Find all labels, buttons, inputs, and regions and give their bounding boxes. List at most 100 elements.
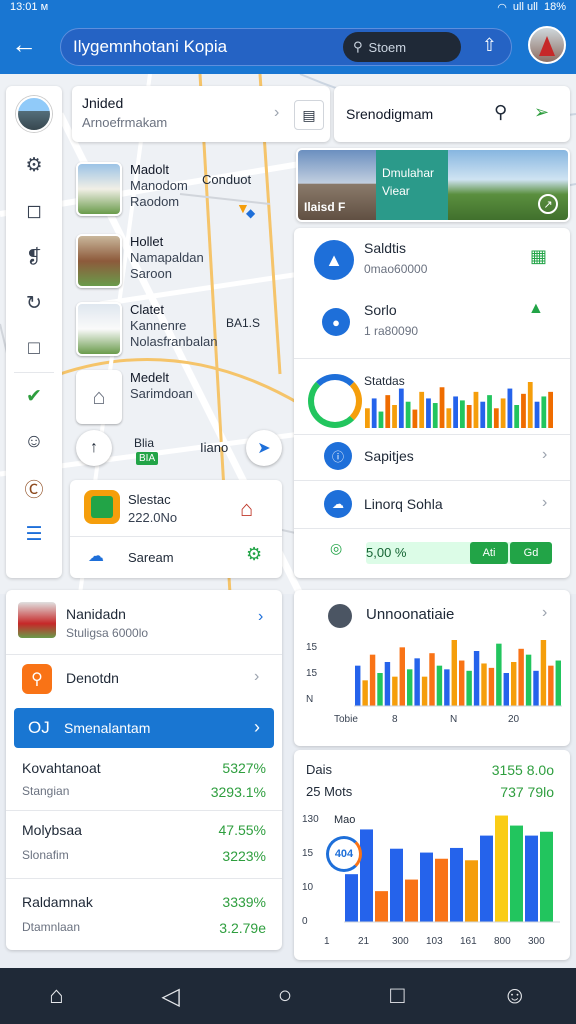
book-icon[interactable]: ▤: [294, 100, 324, 130]
y-tick-label: 10: [302, 882, 314, 893]
avatar[interactable]: [528, 26, 566, 64]
search-card[interactable]: Jnided Arnoefrmakam › ▤: [72, 86, 330, 142]
map-label: Iiano: [200, 440, 229, 455]
search-input[interactable]: ⚲ Stoem: [343, 32, 461, 62]
place-item[interactable]: ⌂ Medelt Sarimdoan: [76, 370, 193, 424]
progress-action-1[interactable]: Ati: [470, 542, 508, 564]
user-icon[interactable]: ☺: [6, 419, 62, 465]
chart-bar: [488, 667, 495, 706]
chart-bar: [548, 665, 554, 706]
chevron-right-icon[interactable]: ›: [254, 668, 259, 686]
checkmark-icon[interactable]: ✔: [6, 373, 62, 419]
chart-bar: [555, 660, 561, 706]
square-icon[interactable]: ◻: [6, 188, 62, 234]
metric-title: Molybsaa: [22, 822, 82, 838]
navigate-icon[interactable]: ➢: [534, 102, 549, 123]
chart-bar: [378, 411, 384, 428]
chart-bar: [377, 673, 383, 706]
progress-bar: 5,00 % Ati Gd: [366, 542, 552, 564]
y-tick-label: 15: [302, 848, 314, 859]
place-search-card[interactable]: Srenodigmam ⚲ ➢: [334, 86, 570, 142]
chevron-right-icon[interactable]: ›: [542, 446, 547, 464]
gear-icon[interactable]: ⚙: [246, 544, 262, 565]
circle-home-icon[interactable]: ○: [278, 982, 293, 1010]
stats-bar-chart: [365, 382, 553, 428]
expand-icon[interactable]: ↗: [538, 194, 558, 214]
chart-bar: [511, 662, 517, 706]
chart-bar: [473, 651, 480, 706]
triangle-back-icon[interactable]: ◁: [161, 982, 179, 1011]
chart-bar: [435, 858, 448, 922]
x-tick-label: Tobie: [334, 714, 358, 725]
divider: [70, 536, 282, 537]
progress-action-2[interactable]: Gd: [510, 542, 552, 564]
chart-bar: [459, 660, 465, 706]
chart-bar: [503, 673, 509, 706]
chart-bar: [420, 852, 433, 922]
square-recents-icon[interactable]: □: [390, 982, 405, 1010]
chat-icon[interactable]: □: [6, 326, 62, 372]
stats-row-label: Sapitjes: [364, 448, 414, 464]
rail-avatar[interactable]: [16, 96, 52, 132]
chart-bar: [495, 815, 508, 922]
user-icon[interactable]: ☺: [502, 982, 527, 1010]
stats-item-icon: ●: [322, 308, 350, 336]
metric-title: Kovahtanoat: [22, 760, 101, 776]
chevron-right-icon[interactable]: ›: [542, 494, 547, 512]
y-tick-label: 15: [306, 668, 318, 679]
menu-icon[interactable]: ☰: [6, 511, 62, 557]
dollar-icon[interactable]: Ⓒ: [6, 465, 62, 511]
map-icon[interactable]: ❡: [6, 234, 62, 280]
navigate-button[interactable]: ➤: [246, 430, 282, 466]
banner-label-panel: Dmulahar Viear: [376, 150, 448, 220]
place-item[interactable]: Hollet Namapaldan Saroon: [76, 234, 204, 288]
search-icon[interactable]: ⚲: [494, 102, 507, 123]
divider: [294, 528, 570, 529]
chart-bar: [360, 829, 373, 922]
list-item[interactable]: Kovahtanoat Stangian 5327% 3293.1%: [6, 756, 282, 820]
left-rail: ⚙ ◻ ❡ ↻ □ ✔ ☺ Ⓒ ☰: [6, 86, 62, 578]
refresh-icon[interactable]: ↻: [6, 280, 62, 326]
home-icon[interactable]: ⌂: [49, 982, 64, 1010]
place-item[interactable]: Madolt Manodom Raodom: [76, 162, 188, 216]
chart-bar: [534, 401, 540, 428]
place-sub: Kannenre: [130, 318, 187, 333]
place-item[interactable]: Clatet Kannenre Nolasfranbalan: [76, 302, 217, 356]
compass-button[interactable]: ↑: [76, 430, 112, 466]
list-item[interactable]: Raldamnak Dtamnlaan 3339% 3.2.79e: [6, 882, 282, 946]
grid-icon[interactable]: ▦: [530, 246, 547, 267]
chart-bar: [392, 676, 398, 706]
chevron-right-icon[interactable]: ›: [258, 608, 263, 626]
chart-bar: [466, 670, 472, 706]
chart-bar: [540, 831, 553, 922]
chart-bar: [421, 676, 428, 706]
chevron-right-icon[interactable]: ›: [542, 604, 547, 622]
list-item[interactable]: Molybsaa Slonafim 47.55% 3223%: [6, 812, 282, 879]
navigation-icon: ➤: [257, 440, 271, 457]
photo-banner[interactable]: Dmulahar Viear Ilaisd F ↗: [296, 148, 570, 222]
highlight-row[interactable]: OJ Smenalantam ›: [14, 708, 274, 748]
arrow-left-icon[interactable]: ←: [0, 14, 48, 74]
chevron-right-icon[interactable]: ›: [274, 104, 279, 122]
settings-icon[interactable]: ⚙: [6, 142, 62, 188]
stats-item-icon: ▲: [314, 240, 354, 280]
x-tick-label: 800: [494, 936, 511, 947]
summary-mini-card[interactable]: Slestac 222.0No ⌂ ☁ Saream ⚙: [70, 480, 282, 578]
signal-icon: ull ull: [512, 1, 538, 13]
title-search-box[interactable]: Ilygemnhotani Kopia ⚲ Stoem ⇧: [60, 28, 512, 66]
cloud-icon: ☁: [88, 548, 104, 565]
metric-pct: 3223%: [222, 848, 266, 864]
x-tick-label: 300: [392, 936, 409, 947]
wifi-icon: ◠: [497, 1, 507, 14]
house-icon: ⌂: [76, 370, 122, 424]
place-sub: Namapaldan: [130, 250, 204, 265]
stats-item-title: Sorlo: [364, 302, 397, 318]
y-tick-label: N: [306, 694, 313, 705]
place-sub: Raodom: [130, 194, 180, 209]
share-icon[interactable]: ⇧: [482, 35, 497, 56]
wallet-icon: [84, 490, 120, 524]
place-name: Hollet: [130, 234, 164, 249]
metrics-list: Kovahtanoat Stangian 5327% 3293.1% Molyb…: [6, 756, 282, 946]
system-nav-bar: ⌂ ◁ ○ □ ☺: [0, 968, 576, 1024]
highlight-icon: OJ: [28, 718, 50, 737]
